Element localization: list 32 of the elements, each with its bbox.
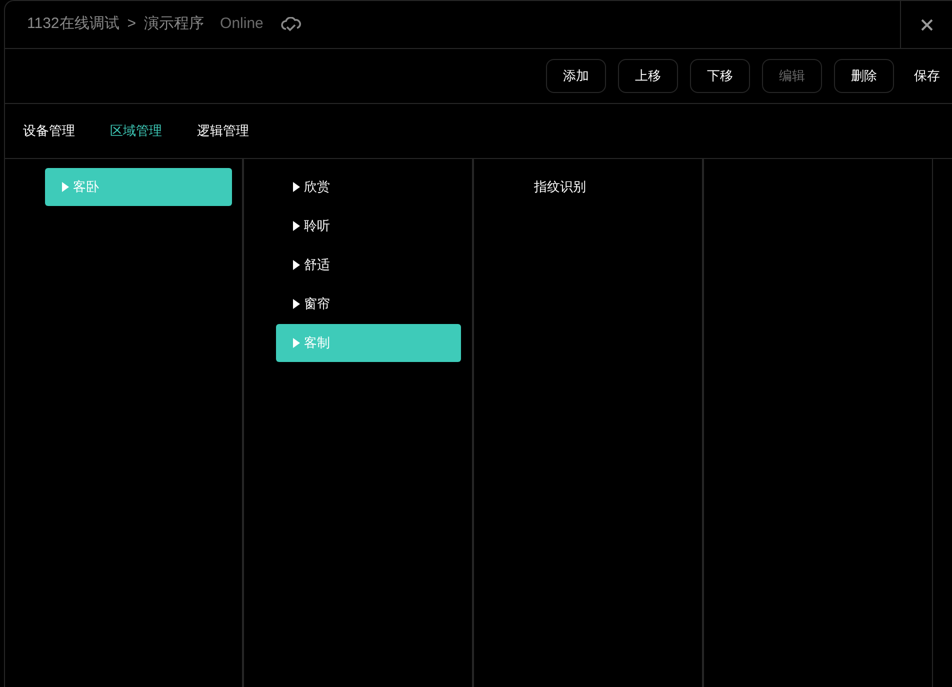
tree-item[interactable]: 窗帘 (276, 285, 461, 323)
tab[interactable]: 逻辑管理 (197, 121, 249, 141)
toolbar-button[interactable]: 上移 (618, 59, 678, 93)
tree-item[interactable]: 指纹识别 (506, 168, 691, 206)
tree-item[interactable]: 舒适 (276, 246, 461, 284)
item-label: 指纹识别 (534, 178, 586, 196)
expand-arrow-icon (293, 260, 300, 270)
breadcrumb-link[interactable]: 1132在线调试 (27, 13, 120, 36)
expand-arrow-icon (293, 299, 300, 309)
item-label: 聆听 (304, 217, 330, 236)
tab[interactable]: 设备管理 (23, 121, 75, 141)
toolbar-button[interactable]: 下移 (690, 59, 750, 93)
toolbar-button[interactable]: 添加 (546, 59, 606, 93)
status-label: Online (220, 14, 264, 34)
expand-arrow-icon (293, 221, 300, 231)
expand-arrow-icon (62, 182, 69, 192)
tree-item[interactable]: 聆听 (276, 207, 461, 245)
item-label: 舒适 (304, 256, 330, 274)
item-label: 客制 (304, 334, 330, 352)
tree-item[interactable]: 欣赏 (276, 168, 461, 206)
cloud-check-icon (281, 16, 302, 32)
tab[interactable]: 区域管理 (110, 121, 162, 141)
breadcrumb-separator: > (127, 14, 136, 34)
page-title: 演示程序 (144, 14, 204, 34)
expand-arrow-icon (293, 338, 300, 348)
item-label: 客卧 (73, 178, 99, 196)
toolbar-button[interactable]: 删除 (834, 59, 894, 93)
item-label: 窗帘 (304, 295, 330, 314)
close-icon (920, 18, 932, 30)
save-button[interactable]: 保存 (914, 66, 940, 86)
item-label: 欣赏 (304, 178, 330, 196)
expand-arrow-icon (293, 182, 300, 192)
